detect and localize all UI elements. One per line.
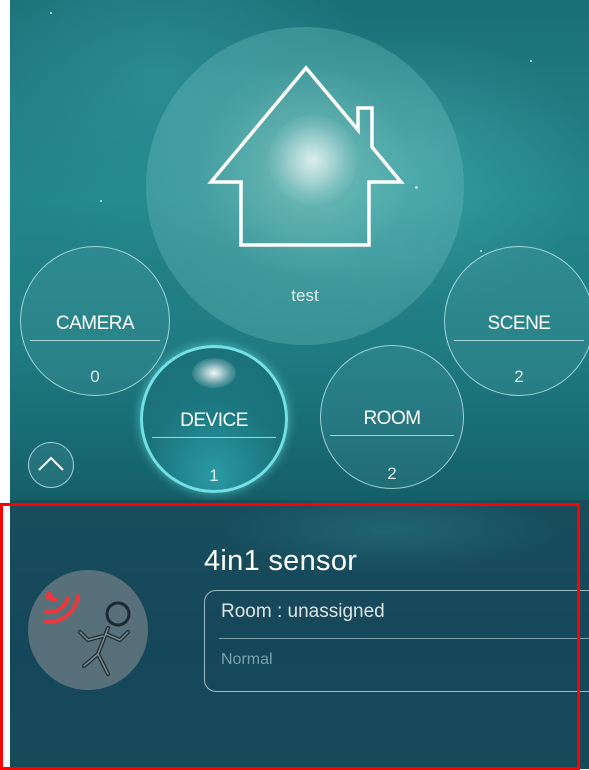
camera-divider: [29, 340, 161, 341]
camera-label: CAMERA: [55, 313, 135, 334]
scene-divider: [453, 340, 585, 341]
room-count: 2: [387, 464, 397, 483]
device-info-box[interactable]: Room : unassigned Normal: [204, 590, 589, 692]
collapse-button[interactable]: [28, 442, 74, 488]
device-panel: 4in1 sensor Room : unassigned Normal: [10, 500, 589, 769]
room-divider: [329, 435, 455, 436]
chevron-up-icon: [38, 456, 64, 471]
device-divider: [151, 437, 277, 438]
scene-label: SCENE: [487, 313, 551, 334]
device-count: 1: [209, 466, 219, 485]
device-status: Normal: [221, 651, 273, 668]
home-name: test: [291, 286, 319, 305]
scene-count: 2: [514, 367, 524, 386]
room-label: ROOM: [363, 408, 421, 429]
camera-button[interactable]: CAMERA 0: [20, 246, 170, 396]
motion-sensor-icon: [44, 592, 131, 676]
camera-count: 0: [90, 367, 100, 386]
sensor-avatar[interactable]: [28, 570, 148, 690]
house-icon: [207, 65, 405, 247]
device-name[interactable]: 4in1 sensor: [204, 545, 357, 578]
room-button[interactable]: ROOM 2: [320, 345, 464, 489]
device-label: DEVICE: [180, 410, 248, 431]
device-room: Room : unassigned: [221, 601, 385, 622]
app-screen: test CAMERA 0 SCENE 2 DEVICE 1 ROOM 2 4i…: [10, 0, 589, 769]
scene-button[interactable]: SCENE 2: [444, 246, 589, 396]
home-panel: test CAMERA 0 SCENE 2 DEVICE 1 ROOM 2: [10, 0, 589, 500]
info-divider: [219, 638, 589, 639]
device-button[interactable]: DEVICE 1: [140, 345, 288, 493]
device-glare: [192, 358, 236, 388]
